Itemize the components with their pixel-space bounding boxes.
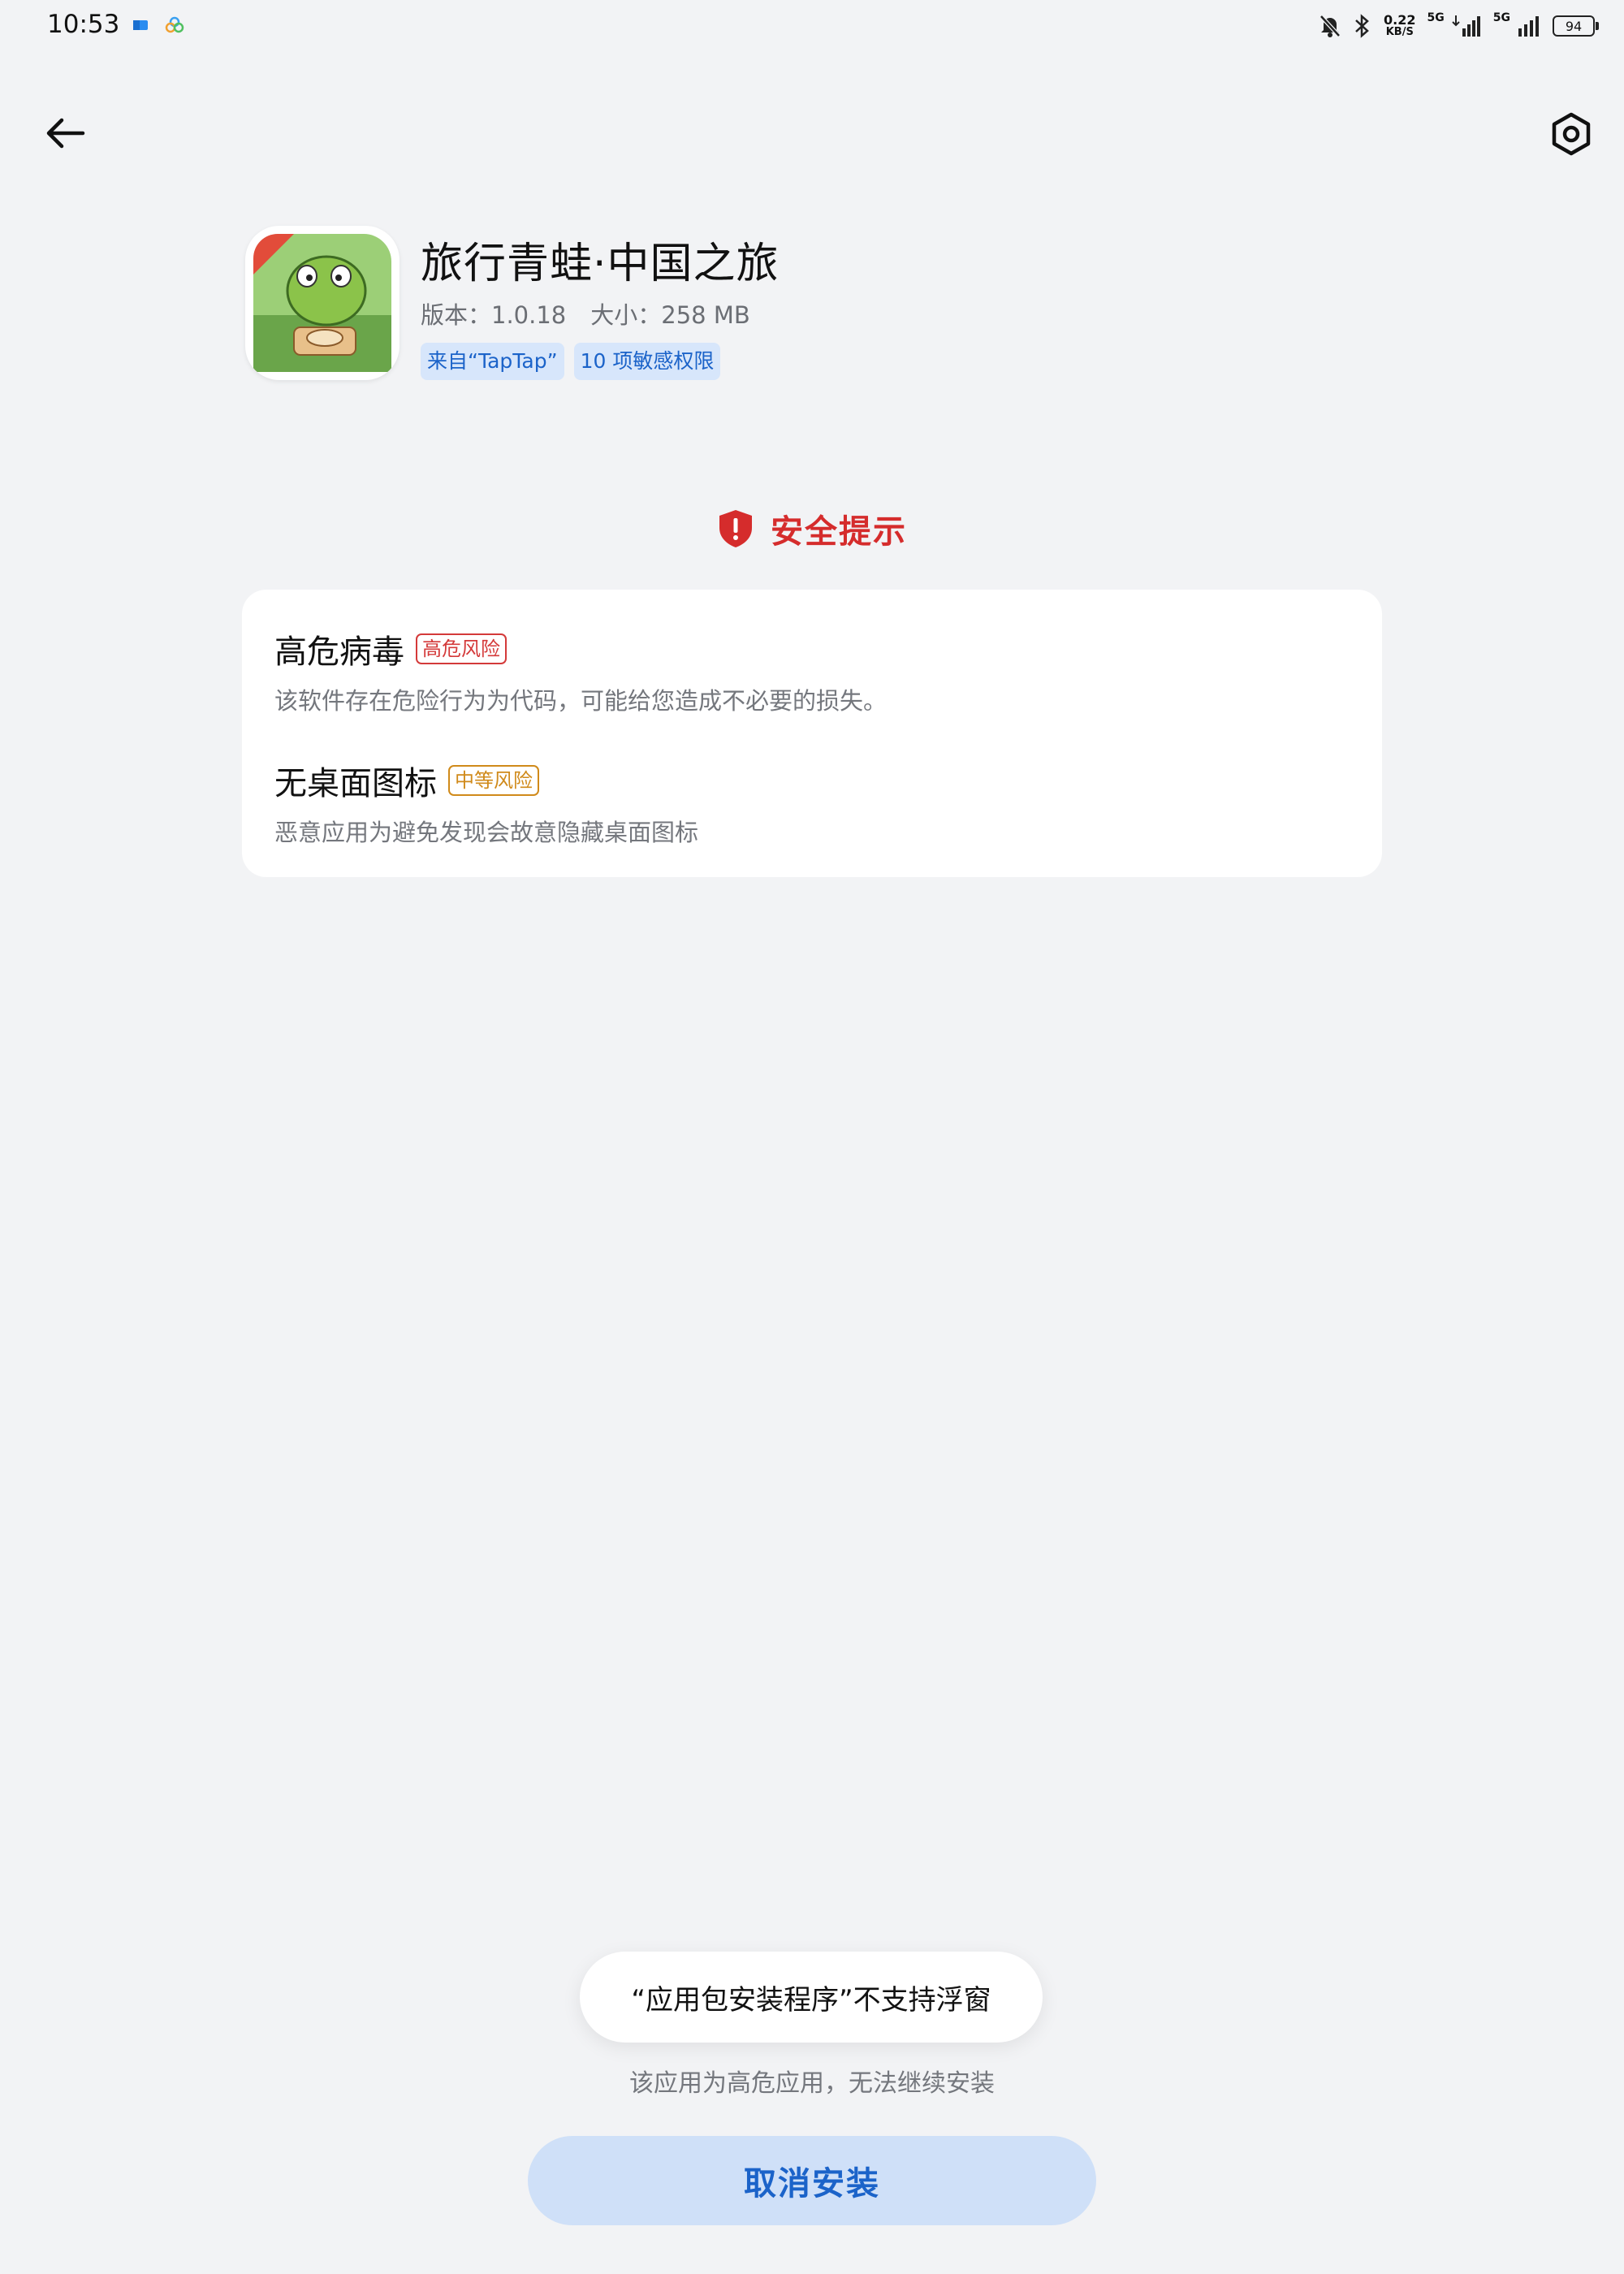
risk-item: 无桌面图标 中等风险 恶意应用为避免发现会故意隐藏桌面图标 [274,757,698,848]
signal-icon [1452,15,1480,37]
risk-name: 无桌面图标 [274,765,437,802]
mute-bell-icon [1320,15,1341,37]
toast-message: “应用包安装程序”不支持浮窗 [580,1952,1043,2043]
cancel-install-button[interactable]: 取消安装 [528,2136,1096,2225]
risk-level-badge: 中等风险 [448,765,539,796]
app-meta: 版本：1.0.18 大小：258 MB [421,296,750,331]
status-icons: 0.22 KB/S 5G 5G 94 [1319,10,1599,42]
permissions-tag[interactable]: 10 项敏感权限 [573,343,721,380]
risk-desc: 该软件存在危险行为为代码，可能给您造成不必要的损失。 [274,687,888,715]
bluetooth-icon [1355,14,1369,38]
cloud-app-icon [165,16,184,33]
app-icon [245,226,400,380]
app-tags: 来自“TapTap” 10 项敏感权限 [421,343,721,380]
risk-card: 高危病毒 高危风险 该软件存在危险行为为代码，可能给您造成不必要的损失。 无桌面… [242,590,1382,877]
risk-name: 高危病毒 [274,633,404,671]
status-time: 10:53 [47,10,120,39]
install-blocked-notice: 该应用为高危应用，无法继续安装 [629,2069,995,2098]
risk-level-badge: 高危风险 [416,633,507,664]
shield-alert-icon [719,510,752,547]
notification-app-icon [133,20,148,30]
signal-label: 5G [1427,11,1445,24]
back-arrow-icon[interactable] [42,110,88,156]
settings-icon[interactable] [1548,110,1595,158]
risk-item: 高危病毒 高危风险 该软件存在危险行为为代码，可能给您造成不必要的损失。 [274,625,887,716]
net-speed: 0.22 KB/S [1384,12,1416,39]
source-tag[interactable]: 来自“TapTap” [421,343,564,380]
battery-icon: 94 [1553,15,1599,37]
app-name: 旅行青蛙·中国之旅 [421,240,780,288]
app-size: 大小：258 MB [590,301,750,329]
security-header: 安全提示 [0,505,1624,552]
signal-icon-2 [1518,16,1539,37]
app-version: 版本：1.0.18 [421,301,567,329]
risk-desc: 恶意应用为避免发现会故意隐藏桌面图标 [274,819,699,846]
security-title: 安全提示 [771,513,907,551]
signal-label-2: 5G [1492,11,1510,24]
